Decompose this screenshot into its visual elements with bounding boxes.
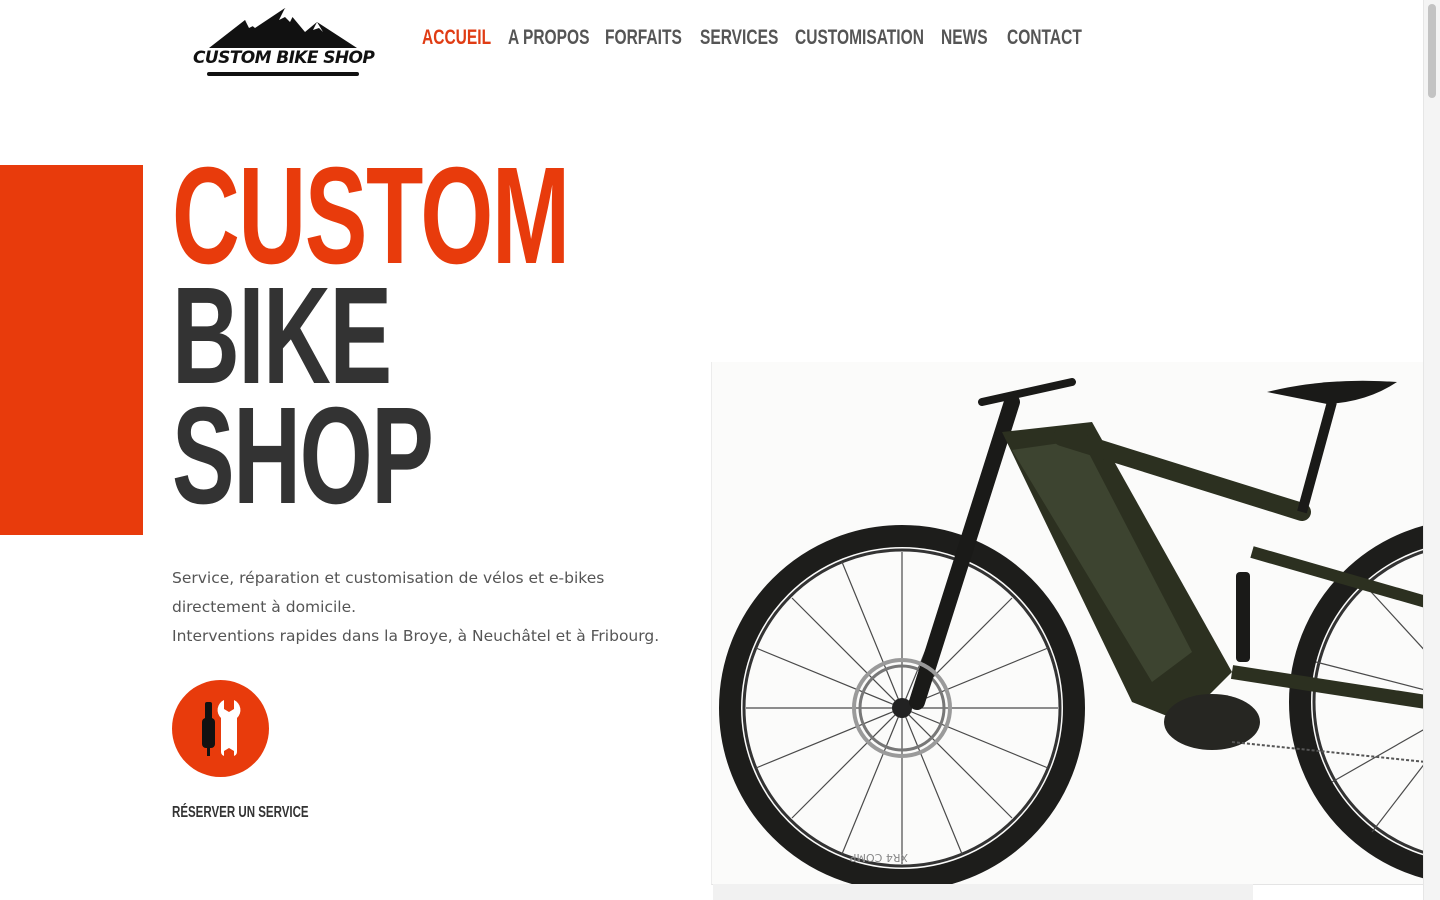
nav-item-news[interactable]: NEWS [941, 26, 990, 50]
book-service-icon-button[interactable] [172, 680, 269, 777]
book-service-link[interactable]: RÉSERVER UN SERVICE [172, 804, 309, 822]
bike-illustration: XR4 COMP [719, 378, 1426, 884]
mountain-bike-photo: XR4 COMP [711, 362, 1426, 885]
nav-item-contact[interactable]: CONTACT [1007, 26, 1082, 50]
hero-title: CUSTOM BIKE SHOP [172, 139, 755, 533]
logo-text: CUSTOM BIKE SHOP [193, 48, 375, 68]
hero-title-line-custom: CUSTOM [172, 139, 570, 293]
hero-description: Service, réparation et customisation de … [172, 564, 692, 651]
page-scrollbar[interactable] [1423, 0, 1440, 900]
nav-item-accueil[interactable]: ACCUEIL [422, 26, 491, 50]
image-shadow [713, 884, 1253, 900]
nav-item-services[interactable]: SERVICES [700, 26, 778, 50]
mountain-icon [209, 8, 357, 48]
page: CUSTOM BIKE SHOP ACCUEIL A PROPOS FORFAI… [0, 0, 1440, 900]
hero-title-line-bike: BIKE [172, 259, 392, 413]
nav-item-a-propos[interactable]: A PROPOS [508, 26, 589, 50]
hero-description-line-2: Interventions rapides dans la Broye, à N… [172, 627, 660, 645]
screwdriver-wrench-icon [202, 700, 241, 756]
logo-underline [207, 72, 359, 76]
hero-accent-block [0, 165, 143, 535]
nav-item-customisation[interactable]: CUSTOMISATION [795, 26, 924, 50]
site-logo[interactable]: CUSTOM BIKE SHOP [193, 8, 375, 80]
nav-item-forfaits[interactable]: FORFAITS [605, 26, 682, 50]
hero-title-line-shop: SHOP [172, 379, 434, 533]
scrollbar-thumb[interactable] [1428, 4, 1436, 98]
tire-text: XR4 COMP [849, 851, 908, 864]
hero-description-line-1: Service, réparation et customisation de … [172, 569, 605, 616]
main-nav: ACCUEIL A PROPOS FORFAITS SERVICES CUSTO… [422, 26, 1097, 50]
